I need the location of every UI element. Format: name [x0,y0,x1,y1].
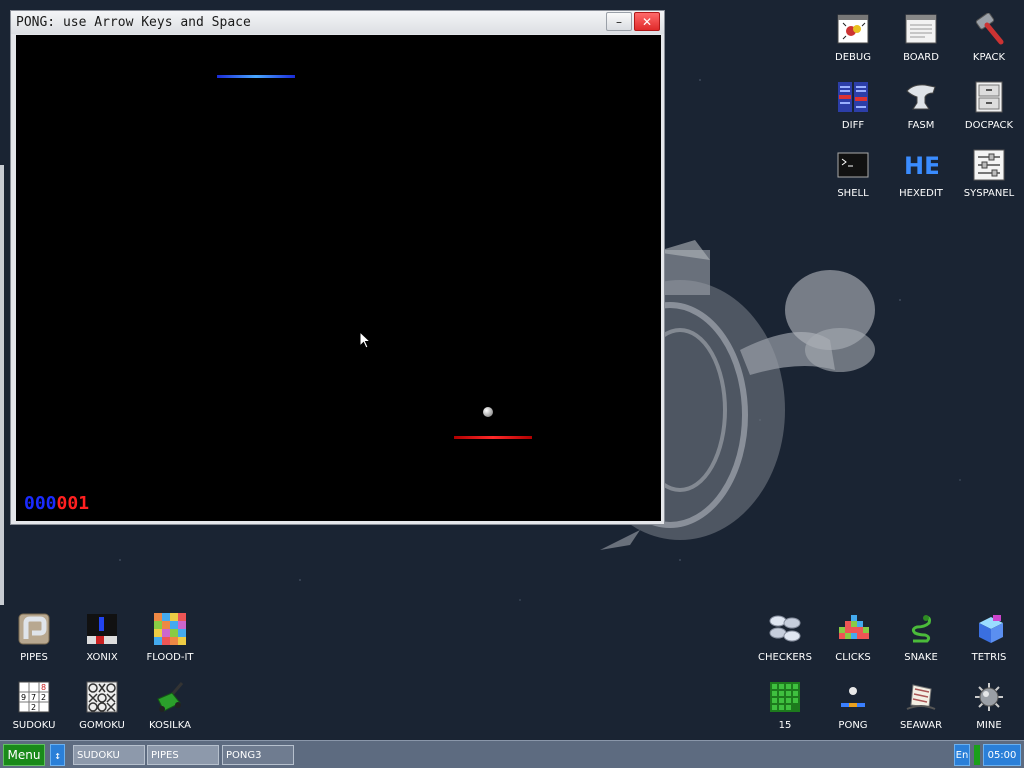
desktop-icon-flood-it[interactable]: FLOOD-IT [136,612,204,674]
icon-label: DOCPACK [964,120,1014,131]
sudoku-icon: 8 9722 [17,680,51,714]
icon-label: SNAKE [904,652,938,663]
cpu-paddle-blue [217,75,295,78]
task-button-pipes[interactable]: PIPES [147,745,219,765]
icon-label: SUDOKU [12,720,56,731]
language-indicator[interactable]: En [954,744,970,766]
mine-icon [972,680,1006,714]
pong-icon [836,680,870,714]
icon-label: KPACK [972,52,1006,63]
desktop-icon-gomoku[interactable]: GOMOKU [68,680,136,742]
board-icon [904,12,938,46]
snake-icon [904,612,938,646]
task-button-sudoku[interactable]: SUDOKU [73,745,145,765]
svg-text:2: 2 [31,703,36,712]
fifteen-puzzle-icon [768,680,802,714]
flood-it-icon [153,612,187,646]
pong-window: PONG: use Arrow Keys and Space – ✕ 00000… [10,10,665,525]
desktop-icon-tetris[interactable]: TETRIS [955,612,1023,674]
icon-label: PIPES [20,652,48,663]
icon-label: SYSPANEL [963,188,1015,199]
icon-label: MINE [976,720,1002,731]
desktop-icon-diff[interactable]: DIFF [819,80,887,142]
icon-label: CHECKERS [758,652,812,663]
desktop-icon-syspanel[interactable]: SYSPANEL [955,148,1023,210]
desktop-icon-clicks[interactable]: CLICKS [819,612,887,674]
svg-text:HE: HE [904,152,938,178]
icon-label: XONIX [86,652,118,663]
gomoku-icon [85,680,119,714]
screen-edge-strip [0,165,4,605]
icon-label: DEBUG [835,52,871,63]
desktop-icon-15[interactable]: 15 [751,680,819,742]
xonix-icon [85,612,119,646]
icon-label: HEXEDIT [899,188,943,199]
tetris-icon [972,612,1006,646]
close-button[interactable]: ✕ [634,12,660,31]
tray-separator [974,745,980,765]
svg-text:8: 8 [41,683,46,692]
icon-label: SHELL [837,188,869,199]
desktop-icon-shell[interactable]: SHELL [819,148,887,210]
pong-ball [483,407,493,417]
pong-game-area[interactable]: 000001 [16,35,661,521]
pipes-icon [17,612,51,646]
desktop-icon-fasm[interactable]: FASM [887,80,955,142]
checkers-icon [768,612,802,646]
score-blue: 000 [24,493,57,514]
mouse-cursor-icon [359,331,371,349]
desktop-icon-hexedit[interactable]: HE HEXEDIT [887,148,955,210]
icon-label: DIFF [841,120,865,131]
desktop-icon-board[interactable]: BOARD [887,12,955,74]
diff-icon [836,80,870,114]
icon-label: BOARD [903,52,939,63]
svg-text:9: 9 [21,693,26,702]
clicks-icon [836,612,870,646]
taskbar: Menu ↕ SUDOKU PIPES PONG3 En 05:00 [0,740,1024,768]
desktop-icon-pipes[interactable]: PIPES [0,612,68,674]
menu-button[interactable]: Menu [3,744,45,766]
score-red: 001 [56,493,90,514]
task-button-pong3[interactable]: PONG3 [222,745,294,765]
swap-arrows-icon[interactable]: ↕ [50,744,65,766]
score-display: 000001 [24,493,89,514]
icon-label: SEAWAR [899,720,943,731]
player-paddle-red [454,436,532,439]
terminal-icon [836,148,870,182]
desktop-icon-mine[interactable]: MINE [955,680,1023,742]
window-titlebar[interactable]: PONG: use Arrow Keys and Space [11,11,664,34]
debug-bug-icon [836,12,870,46]
icon-label: PONG [838,720,868,731]
icon-label: CLICKS [835,652,871,663]
icon-label: GOMOKU [79,720,125,731]
desktop-icon-sudoku[interactable]: 8 9722 SUDOKU [0,680,68,742]
svg-text:2: 2 [41,693,46,702]
cabinet-icon [972,80,1006,114]
icon-label: KOSILKA [149,720,191,731]
desktop-icon-snake[interactable]: SNAKE [887,612,955,674]
icon-label: FLOOD-IT [146,652,194,663]
desktop-icon-seawar[interactable]: SEAWAR [887,680,955,742]
icon-label: FASM [907,120,935,131]
icon-label: TETRIS [971,652,1007,663]
minimize-button[interactable]: – [606,12,632,31]
hex-editor-icon: HE [904,148,938,182]
clock[interactable]: 05:00 [983,744,1021,766]
icon-label: 15 [778,720,792,731]
desktop-icon-debug[interactable]: DEBUG [819,12,887,74]
desktop-icon-checkers[interactable]: CHECKERS [751,612,819,674]
lawnmower-icon [153,680,187,714]
svg-text:7: 7 [31,693,36,702]
hammer-icon [972,12,1006,46]
desktop-icon-xonix[interactable]: XONIX [68,612,136,674]
desktop-icon-pong[interactable]: PONG [819,680,887,742]
desktop-icon-kpack[interactable]: KPACK [955,12,1023,74]
desktop-icon-docpack[interactable]: DOCPACK [955,80,1023,142]
window-title: PONG: use Arrow Keys and Space [16,15,251,30]
seawar-icon [904,680,938,714]
sliders-icon [972,148,1006,182]
anvil-icon [904,80,938,114]
desktop-icon-kosilka[interactable]: KOSILKA [136,680,204,742]
